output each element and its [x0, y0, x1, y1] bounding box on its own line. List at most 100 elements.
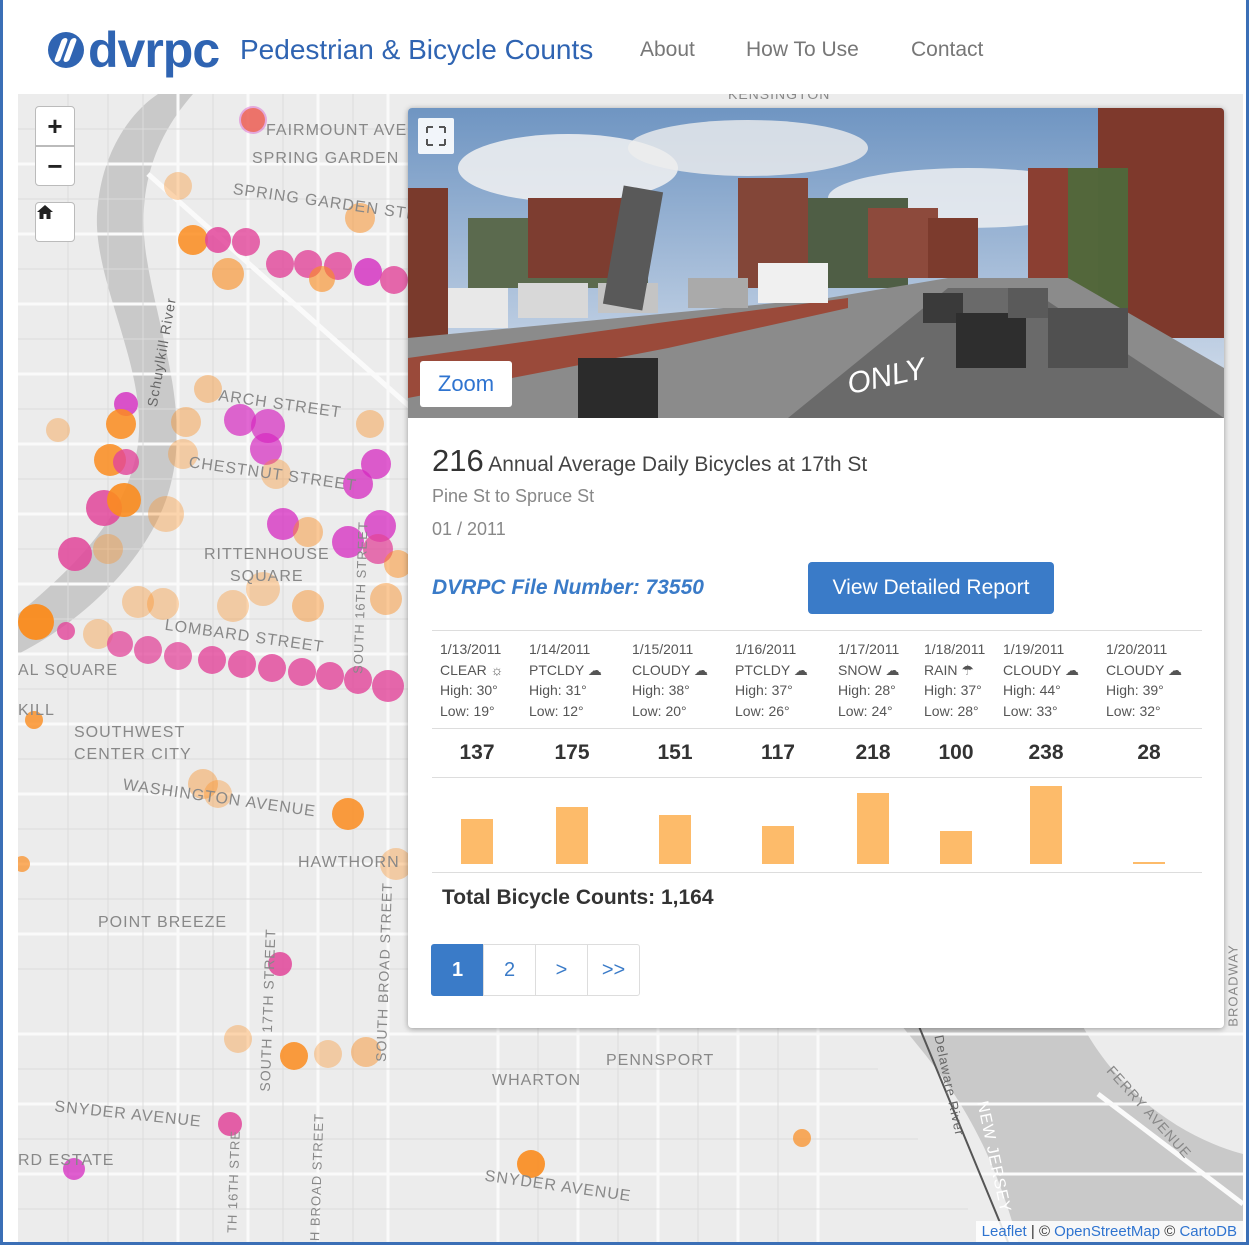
day-high: High: 39°	[1106, 682, 1164, 698]
count-bar	[762, 826, 794, 864]
day-weather: CLOUDY ☁	[1003, 661, 1079, 678]
leaflet-link[interactable]: Leaflet	[982, 1223, 1027, 1240]
map-label: RITTENHOUSE	[204, 546, 330, 563]
daily-count: 175	[554, 741, 590, 764]
map-label: SQUARE	[230, 568, 304, 585]
count-bar	[556, 807, 588, 864]
view-detailed-report-button[interactable]: View Detailed Report	[808, 562, 1054, 614]
cloud-icon: ☁	[1064, 661, 1079, 678]
attribution-separator: | ©	[1026, 1223, 1055, 1240]
day-low: Low: 20°	[632, 702, 687, 719]
day-column: 1/20/2011 CLOUDY ☁ High: 39° Low: 32°	[1106, 639, 1182, 721]
day-weather: CLOUDY ☁	[1106, 661, 1182, 678]
last-page-button[interactable]: >>	[587, 944, 640, 996]
day-high: High: 28°	[838, 682, 896, 698]
day-column: 1/18/2011 RAIN ☂ High: 37° Low: 28°	[924, 639, 985, 721]
day-low: Low: 33°	[1003, 702, 1058, 719]
nav-how-to-use[interactable]: How To Use	[746, 38, 859, 62]
zoom-button[interactable]: Zoom	[420, 361, 512, 407]
nav-about[interactable]: About	[640, 38, 695, 62]
map-label: KENSINGTON	[728, 94, 831, 102]
file-number: DVRPC File Number: 73550	[432, 576, 704, 599]
home-button[interactable]	[35, 202, 75, 242]
sun-icon: ☼	[490, 661, 504, 678]
count-bar	[940, 831, 972, 864]
map-label: BROADWAY	[1225, 944, 1241, 1027]
day-column: 1/17/2011 SNOW ☁ High: 28° Low: 24°	[838, 639, 899, 721]
expand-button[interactable]	[418, 118, 454, 154]
attribution-separator: ©	[1160, 1223, 1180, 1240]
nav-contact[interactable]: Contact	[911, 38, 983, 62]
day-date: 1/17/2011	[838, 641, 900, 657]
map-label: SPRING GARDEN	[252, 150, 400, 167]
day-weather: SNOW ☁	[838, 661, 900, 678]
cloud-icon: ☁	[1167, 661, 1182, 678]
day-date: 1/19/2011	[1003, 641, 1065, 657]
map-label: KILL	[18, 702, 55, 719]
cartodb-link[interactable]: CartoDB	[1179, 1223, 1237, 1240]
map-label: SOUTHWEST	[74, 724, 186, 741]
map-label: HAWTHORN	[298, 854, 400, 871]
delaware-river	[878, 994, 1243, 1242]
cloud-icon: ☁	[693, 661, 708, 678]
total-bicycle-counts: Total Bicycle Counts: 1,164	[442, 886, 714, 909]
next-page-button[interactable]: >	[535, 944, 588, 996]
home-icon	[37, 205, 53, 219]
daily-count: 137	[459, 741, 495, 764]
day-column: 1/14/2011 PTCLDY ☁ High: 31° Low: 12°	[529, 639, 602, 721]
page-2-button[interactable]: 2	[483, 944, 536, 996]
map-label: PENNSPORT	[606, 1052, 715, 1069]
daily-counts-row: 137 175 151 117 218 100 238 28	[432, 728, 1202, 778]
count-date: 01 / 2011	[432, 519, 506, 539]
count-popup: ONLY Zoom 216 Annual Average Daily Bicyc…	[408, 108, 1224, 1028]
daily-count: 28	[1137, 741, 1161, 764]
day-date: 1/20/2011	[1106, 641, 1168, 657]
day-weather: PTCLDY ☁	[735, 661, 808, 678]
daily-count: 117	[761, 741, 795, 764]
day-weather: CLOUDY ☁	[632, 661, 708, 678]
count-bar	[461, 819, 493, 864]
navbar: dvrpc Pedestrian & Bicycle Counts About …	[18, 8, 1243, 95]
day-low: Low: 26°	[735, 702, 790, 719]
count-bar	[1030, 786, 1062, 864]
aadb-value: 216	[432, 443, 484, 478]
zoom-in-button[interactable]: +	[35, 106, 75, 146]
day-weather: RAIN ☂	[924, 661, 974, 678]
day-high: High: 31°	[529, 682, 587, 698]
daily-count: 151	[657, 741, 693, 764]
day-high: High: 44°	[1003, 682, 1061, 698]
daily-count-bar-chart	[432, 776, 1202, 873]
day-weather: CLEAR ☼	[440, 661, 504, 678]
partly-cloudy-icon: ☁	[587, 661, 602, 678]
day-column: 1/13/2011 CLEAR ☼ High: 30° Low: 19°	[440, 639, 503, 721]
map-label: AL SQUARE	[18, 662, 118, 679]
aadb-heading: 216 Annual Average Daily Bicycles at 17t…	[432, 443, 867, 479]
zoom-out-button[interactable]: −	[35, 146, 75, 186]
map-attribution: Leaflet | © OpenStreetMap © CartoDB	[975, 1221, 1243, 1242]
page-1-button[interactable]: 1	[431, 944, 484, 996]
day-date: 1/14/2011	[529, 641, 591, 657]
map-label: WHARTON	[492, 1072, 582, 1089]
pagination: 1 2 > >>	[431, 944, 640, 996]
daily-weather-table: 1/13/2011 CLEAR ☼ High: 30° Low: 19° 1/1…	[432, 630, 1202, 719]
expand-icon	[426, 126, 446, 146]
aadb-description: Annual Average Daily Bicycles at 17th St	[488, 453, 868, 476]
street-view-image: ONLY	[408, 108, 1224, 418]
day-date: 1/13/2011	[440, 641, 502, 657]
dvrpc-logo[interactable]: dvrpc	[48, 20, 220, 80]
street-view-photo[interactable]: ONLY Zoom	[408, 108, 1224, 418]
count-bar	[1133, 862, 1165, 864]
daily-count: 100	[938, 741, 974, 764]
day-low: Low: 28°	[924, 702, 979, 719]
count-bar	[659, 815, 691, 864]
day-high: High: 37°	[735, 682, 793, 698]
osm-link[interactable]: OpenStreetMap	[1054, 1223, 1160, 1240]
day-low: Low: 32°	[1106, 702, 1161, 719]
day-high: High: 30°	[440, 682, 498, 698]
day-date: 1/16/2011	[735, 641, 797, 657]
site-title[interactable]: Pedestrian & Bicycle Counts	[240, 34, 593, 66]
daily-count: 238	[1028, 741, 1064, 764]
day-weather: PTCLDY ☁	[529, 661, 602, 678]
map-label: CENTER CITY	[74, 746, 192, 763]
rain-icon: ☂	[961, 661, 974, 678]
